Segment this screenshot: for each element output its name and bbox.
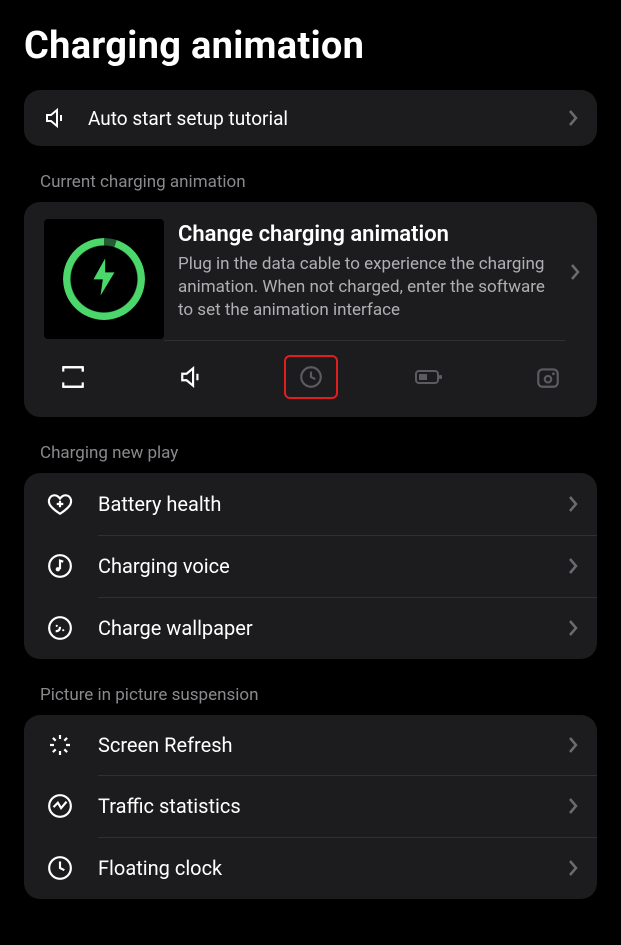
floating-clock-row[interactable]: Floating clock <box>24 837 597 899</box>
chevron-right-icon <box>565 263 581 295</box>
sound-icon[interactable] <box>165 355 219 399</box>
animation-preview <box>44 219 164 339</box>
chevron-right-icon <box>567 557 579 575</box>
face-icon <box>46 615 74 641</box>
pip-list: Screen Refresh Traffic statistics <box>24 715 597 899</box>
change-animation-desc: Plug in the data cable to experience the… <box>178 253 559 322</box>
bolt-icon <box>90 257 118 301</box>
charge-wallpaper-label: Charge wallpaper <box>98 616 567 640</box>
tutorial-card: Auto start setup tutorial <box>24 90 597 146</box>
screen-refresh-row[interactable]: Screen Refresh <box>24 715 597 775</box>
battery-icon[interactable] <box>402 355 456 399</box>
activity-icon <box>46 793 74 819</box>
music-note-icon <box>46 553 74 579</box>
current-animation-card: Change charging animation Plug in the da… <box>24 202 597 417</box>
chevron-right-icon <box>567 495 579 513</box>
newplay-list: Battery health Charging voice <box>24 473 597 659</box>
charge-wallpaper-row[interactable]: Charge wallpaper <box>24 597 597 659</box>
charging-voice-label: Charging voice <box>98 554 567 578</box>
pip-section-label: Picture in picture suspension <box>40 685 597 705</box>
auto-start-tutorial-row[interactable]: Auto start setup tutorial <box>24 90 597 146</box>
clock-icon[interactable] <box>284 355 338 399</box>
current-section-label: Current charging animation <box>40 172 597 192</box>
loading-icon <box>46 733 74 757</box>
animation-tool-row <box>24 341 597 417</box>
page-title: Charging animation <box>24 24 597 68</box>
camera-icon[interactable] <box>521 355 575 399</box>
newplay-section-label: Charging new play <box>40 443 597 463</box>
screen-refresh-label: Screen Refresh <box>98 733 567 757</box>
change-animation-row[interactable]: Change charging animation Plug in the da… <box>24 202 597 341</box>
loop-icon[interactable] <box>46 355 100 399</box>
chevron-right-icon <box>567 797 579 815</box>
tutorial-label: Auto start setup tutorial <box>88 107 567 130</box>
heart-plus-icon <box>46 491 74 517</box>
change-animation-title: Change charging animation <box>178 222 559 247</box>
battery-health-row[interactable]: Battery health <box>24 473 597 535</box>
speaker-icon <box>42 106 70 130</box>
chevron-right-icon <box>567 736 579 754</box>
chevron-right-icon <box>567 619 579 637</box>
floating-clock-label: Floating clock <box>98 856 567 880</box>
chevron-right-icon <box>567 859 579 877</box>
chevron-right-icon <box>567 109 579 127</box>
clock-outline-icon <box>46 855 74 881</box>
charging-voice-row[interactable]: Charging voice <box>24 535 597 597</box>
traffic-statistics-label: Traffic statistics <box>98 794 567 818</box>
battery-health-label: Battery health <box>98 492 567 516</box>
traffic-statistics-row[interactable]: Traffic statistics <box>24 775 597 837</box>
